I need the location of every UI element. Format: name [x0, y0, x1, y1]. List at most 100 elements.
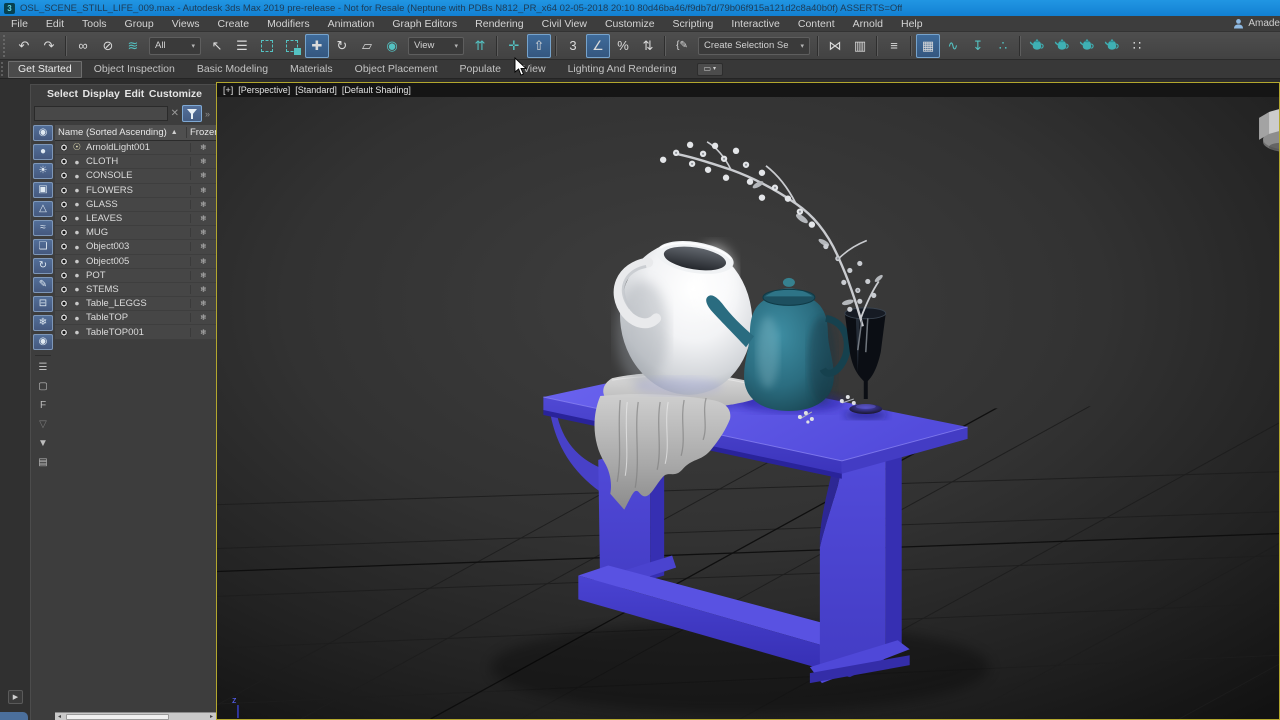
ribbon-drag-handle[interactable] [1, 62, 5, 76]
material-editor-button[interactable]: ↧ [966, 34, 990, 58]
selection-filter-dropdown[interactable]: All▾ [149, 37, 201, 55]
object-name[interactable]: TableTOP [83, 312, 190, 323]
edit-named-sets-button[interactable]: {✎ [670, 34, 694, 58]
menu-file[interactable]: File [2, 16, 37, 31]
object-name[interactable]: FLOWERS [83, 185, 190, 196]
visibility-eye-icon[interactable] [59, 314, 69, 321]
menu-rendering[interactable]: Rendering [466, 16, 532, 31]
frozen-icon[interactable]: ❄ [190, 228, 216, 237]
table-row[interactable]: ●MUG❄ [55, 226, 216, 240]
table-row[interactable]: ●FLOWERS❄ [55, 184, 216, 198]
ribbon-tab-basic-modeling[interactable]: Basic Modeling [187, 61, 278, 78]
object-name[interactable]: Table_LEGGS [83, 298, 190, 309]
select-by-name-button[interactable]: ☰ [230, 34, 254, 58]
viewport-menu-shading[interactable]: [Default Shading] [342, 85, 411, 95]
ribbon-tab-materials[interactable]: Materials [280, 61, 343, 78]
viewport-3d-scene[interactable]: z [217, 97, 1279, 719]
expand-list-button[interactable]: ☰ [33, 360, 53, 376]
visibility-eye-icon[interactable] [59, 144, 69, 151]
percent-snap-button[interactable]: % [611, 34, 635, 58]
named-sets-dropdown[interactable]: Create Selection Se▾ [698, 37, 810, 55]
table-row[interactable]: ●POT❄ [55, 269, 216, 283]
select-and-manipulate-button[interactable]: ✛ [502, 34, 526, 58]
menu-animation[interactable]: Animation [319, 16, 384, 31]
viewport-menu-general[interactable]: [+] [223, 85, 233, 95]
expand-panel-button[interactable]: ▶ [8, 690, 23, 704]
spinner-snap-button[interactable]: ⇅ [636, 34, 660, 58]
toolbar-drag-handle[interactable] [3, 35, 8, 57]
menu-modifiers[interactable]: Modifiers [258, 16, 319, 31]
object-name[interactable]: TableTOP001 [83, 327, 190, 338]
select-none-button[interactable]: ▢ [33, 379, 53, 395]
table-row[interactable]: ☉ArnoldLight001❄ [55, 141, 216, 155]
explorer-menu-display[interactable]: Display [83, 88, 120, 100]
table-row[interactable]: ●TableTOP001❄ [55, 325, 216, 339]
layer-manager-button[interactable]: ≡ [882, 34, 906, 58]
use-pivot-center-button[interactable]: ⇈ [468, 34, 492, 58]
scroll-right-icon[interactable]: ▸ [207, 713, 216, 720]
schematic-view-button[interactable]: ∴ [991, 34, 1015, 58]
ribbon-tab-object-inspection[interactable]: Object Inspection [84, 61, 185, 78]
menu-graph-editors[interactable]: Graph Editors [383, 16, 466, 31]
select-and-scale-button[interactable]: ▱ [355, 34, 379, 58]
keyboard-override-button[interactable]: ⇧ [527, 34, 551, 58]
frozen-icon[interactable]: ❄ [190, 214, 216, 223]
dock-corner-tab[interactable] [0, 712, 28, 720]
visibility-eye-icon[interactable] [59, 229, 69, 236]
menu-content[interactable]: Content [789, 16, 844, 31]
viewport-menu-pov[interactable]: [Perspective] [238, 85, 290, 95]
ribbon-display-toggle-button[interactable]: ▭ ▾ [697, 63, 723, 76]
table-row[interactable]: ●GLASS❄ [55, 198, 216, 212]
menu-civil-view[interactable]: Civil View [533, 16, 596, 31]
render-presets-button[interactable]: ∷ [1125, 34, 1149, 58]
frozen-icon[interactable]: ❄ [190, 186, 216, 195]
redo-button[interactable]: ↷ [37, 34, 61, 58]
snaps-toggle-button[interactable]: 3 [561, 34, 585, 58]
pick-container-button[interactable]: ▤ [33, 455, 53, 471]
filter-button[interactable]: ▼ [33, 436, 53, 452]
more-options-icon[interactable]: » [205, 109, 214, 119]
table-row[interactable]: ●CONSOLE❄ [55, 169, 216, 183]
menu-arnold[interactable]: Arnold [844, 16, 892, 31]
menu-help[interactable]: Help [892, 16, 932, 31]
render-setup-button[interactable] [1025, 34, 1049, 58]
angle-snap-button[interactable]: ∠ [586, 34, 610, 58]
ribbon-tab-populate[interactable]: Populate [450, 61, 511, 78]
display-spacewarps-toggle[interactable]: ≈ [33, 220, 53, 236]
undo-button[interactable]: ↶ [12, 34, 36, 58]
select-object-button[interactable]: ↖ [205, 34, 229, 58]
mirror-button[interactable]: ⋈ [823, 34, 847, 58]
visibility-eye-icon[interactable] [59, 329, 69, 336]
ribbon-tab-get-started[interactable]: Get Started [8, 61, 82, 78]
display-xrefs-toggle[interactable]: ↻ [33, 258, 53, 274]
unlink-selection-button[interactable]: ⊘ [96, 34, 120, 58]
explorer-menu-edit[interactable]: Edit [124, 88, 144, 100]
visibility-eye-icon[interactable] [59, 258, 69, 265]
perspective-viewport[interactable]: [+] [Perspective] [Standard] [Default Shadi… [216, 82, 1280, 720]
object-name[interactable]: Object003 [83, 241, 190, 252]
ribbon-tab-view[interactable]: View [513, 61, 556, 78]
frozen-f-button[interactable]: F [33, 398, 53, 414]
display-frozen-toggle[interactable]: ❄ [33, 315, 53, 331]
window-crossing-button[interactable] [280, 34, 304, 58]
scroll-left-icon[interactable]: ◂ [55, 713, 64, 720]
viewport-menu-standard[interactable]: [Standard] [295, 85, 337, 95]
frozen-icon[interactable]: ❄ [190, 299, 216, 308]
object-name[interactable]: POT [83, 270, 190, 281]
frozen-icon[interactable]: ❄ [190, 271, 216, 280]
table-row[interactable]: ●STEMS❄ [55, 283, 216, 297]
scene-explorer-column-header[interactable]: Name (Sorted Ascending) ▲ Frozen [55, 125, 216, 141]
filter-disabled-button[interactable]: ▽ [33, 417, 53, 433]
ref-coord-dropdown[interactable]: View▾ [408, 37, 464, 55]
rendered-frame-button[interactable] [1050, 34, 1074, 58]
explorer-menu-select[interactable]: Select [47, 88, 78, 100]
visibility-eye-icon[interactable] [59, 243, 69, 250]
object-name[interactable]: Object005 [83, 256, 190, 267]
table-row[interactable]: ●Table_LEGGS❄ [55, 297, 216, 311]
frozen-icon[interactable]: ❄ [190, 257, 216, 266]
align-button[interactable]: ▥ [848, 34, 872, 58]
explorer-menu-customize[interactable]: Customize [149, 88, 202, 100]
table-row[interactable]: ●Object003❄ [55, 240, 216, 254]
menu-interactive[interactable]: Interactive [722, 16, 788, 31]
search-filter-button[interactable] [182, 105, 202, 122]
